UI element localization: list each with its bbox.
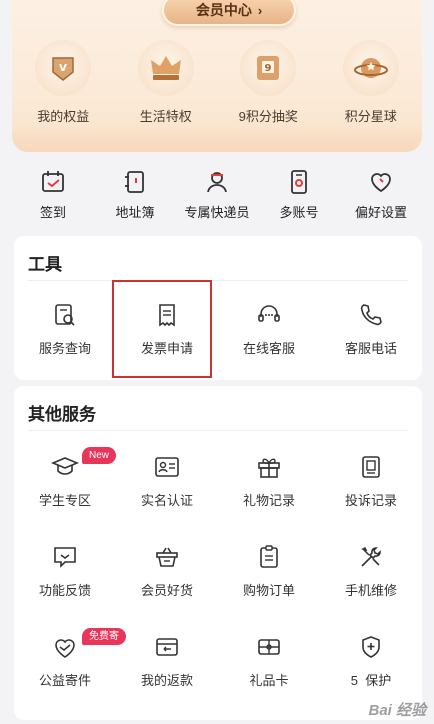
gift-icon [254, 452, 284, 482]
quick-label: 专属快递员 [184, 205, 250, 220]
service-label: 5 保护 [350, 673, 392, 688]
perk-label: 生活特权 [139, 109, 192, 124]
quick-sign-in[interactable]: 签到 [12, 168, 94, 226]
service-label: 购物订单 [242, 583, 295, 598]
tool-online-service[interactable]: 在线客服 [218, 300, 320, 357]
feedback-icon [50, 542, 80, 572]
tool-label: 服务查询 [38, 341, 91, 356]
document-search-icon [50, 300, 80, 330]
complaint-icon [356, 452, 386, 482]
quick-preferences[interactable]: 偏好设置 [340, 168, 422, 226]
tools-icon [356, 542, 386, 572]
service-label: 礼物记录 [242, 493, 295, 508]
shield-plus-icon [356, 632, 386, 662]
quick-label: 签到 [39, 205, 66, 220]
tool-label: 客服电话 [344, 341, 397, 356]
tools-panel: 工具 服务查询 发票申请 在线客服 客服电话 [14, 236, 422, 380]
service-my-refund[interactable]: 我的返款 [116, 632, 218, 689]
services-title: 其他服务 [28, 405, 96, 424]
service-member-goods[interactable]: 会员好货 [116, 542, 218, 599]
service-label: 礼品卡 [249, 673, 289, 688]
perk-life-privilege[interactable]: 生活特权 [115, 40, 218, 125]
headset-icon [254, 300, 284, 330]
new-badge: New [82, 447, 117, 464]
perk-label: 9积分抽奖 [238, 109, 298, 124]
quick-address-book[interactable]: 地址簿 [94, 168, 176, 226]
service-label: 我的返款 [140, 673, 193, 688]
svg-text:9: 9 [265, 63, 272, 74]
services-panel: 其他服务 学生专区 New 实名认证 礼物记录 投诉记录 功能反馈 会员好货 购… [14, 386, 422, 720]
perk-my-rights[interactable]: V 我的权益 [12, 40, 115, 125]
calendar-check-icon [39, 168, 67, 196]
multi-account-icon [285, 168, 313, 196]
chevron-right-icon: › [257, 2, 263, 18]
service-gift-record[interactable]: 礼物记录 [218, 452, 320, 509]
gift-card-icon [254, 632, 284, 662]
shopping-basket-icon [152, 542, 182, 572]
member-center-button[interactable]: 会员中心 › [162, 0, 296, 26]
service-protection[interactable]: 5 保护 [320, 632, 422, 689]
charity-heart-icon [50, 632, 80, 662]
crown-icon [137, 40, 194, 96]
svg-text:V: V [59, 63, 67, 74]
id-card-icon [152, 452, 182, 482]
quick-courier[interactable]: 专属快递员 [176, 168, 258, 226]
divider [28, 430, 408, 431]
quick-label: 地址簿 [115, 205, 155, 220]
service-complaint[interactable]: 投诉记录 [320, 452, 422, 509]
tool-label: 在线客服 [242, 341, 295, 356]
quick-actions-row: 签到 地址簿 专属快递员 多账号 偏好设置 [12, 168, 422, 226]
member-card: 会员中心 › V 我的权益 生活特权 9 9积分抽奖 积分星球 [12, 0, 422, 152]
badge-v-icon: V [35, 40, 92, 96]
quick-multi-account[interactable]: 多账号 [258, 168, 340, 226]
service-feedback[interactable]: 功能反馈 [14, 542, 116, 599]
tools-title: 工具 [28, 255, 62, 274]
planet-icon [342, 40, 399, 96]
perk-label: 积分星球 [344, 109, 397, 124]
service-label: 公益寄件 [38, 673, 91, 688]
phone-icon [356, 300, 386, 330]
perk-planet[interactable]: 积分星球 [320, 40, 423, 125]
service-label: 会员好货 [140, 583, 193, 598]
service-label: 学生专区 [38, 493, 91, 508]
tool-service-phone[interactable]: 客服电话 [320, 300, 422, 357]
service-phone-repair[interactable]: 手机维修 [320, 542, 422, 599]
watermark: Bai 经验 [368, 702, 426, 719]
perk-label: 我的权益 [37, 109, 90, 124]
order-list-icon [254, 542, 284, 572]
highlight-box [112, 280, 212, 378]
divider [28, 280, 408, 281]
service-label: 功能反馈 [38, 583, 91, 598]
service-label: 实名认证 [140, 493, 193, 508]
service-real-name[interactable]: 实名认证 [116, 452, 218, 509]
heart-icon [367, 168, 395, 196]
quick-label: 多账号 [279, 205, 319, 220]
perk-lottery[interactable]: 9 9积分抽奖 [217, 40, 320, 125]
courier-icon [203, 168, 231, 196]
address-book-icon [121, 168, 149, 196]
tool-service-query[interactable]: 服务查询 [14, 300, 116, 357]
service-label: 手机维修 [344, 583, 397, 598]
quick-label: 偏好设置 [354, 205, 407, 220]
refund-icon [152, 632, 182, 662]
service-label: 投诉记录 [344, 493, 397, 508]
graduation-cap-icon [50, 452, 80, 482]
service-orders[interactable]: 购物订单 [218, 542, 320, 599]
member-center-label: 会员中心 [195, 2, 252, 18]
lottery-machine-icon: 9 [240, 40, 297, 96]
service-gift-card[interactable]: 礼品卡 [218, 632, 320, 689]
